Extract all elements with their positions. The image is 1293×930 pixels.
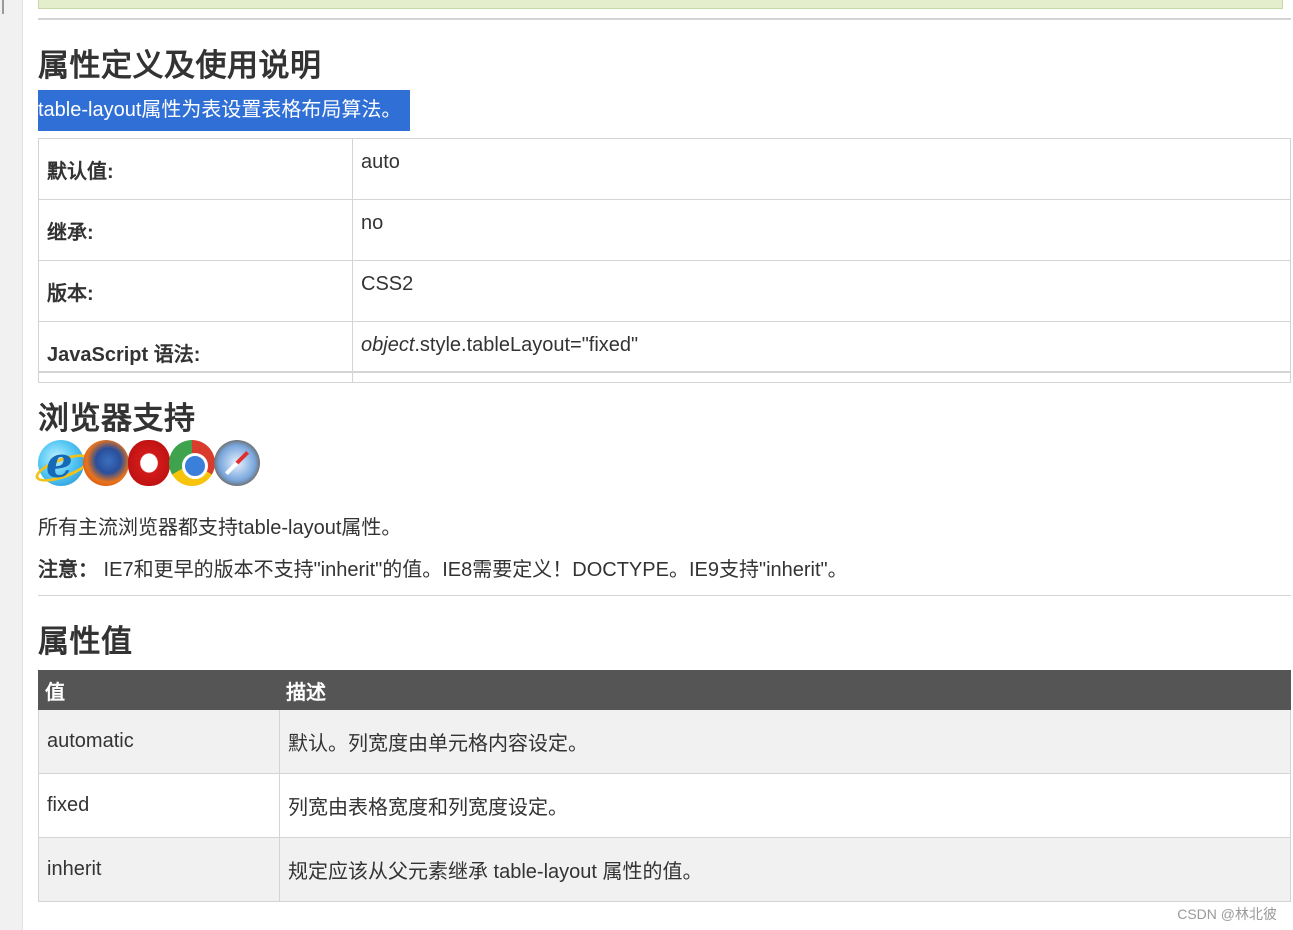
value-cell: inherit [38, 837, 280, 902]
browser-support-heading: 浏览器支持 [38, 401, 196, 437]
safari-icon [214, 440, 260, 486]
definition-heading: 属性定义及使用说明 [38, 48, 322, 84]
table-row: inherit 规定应该从父元素继承 table-layout 属性的值。 [38, 837, 1291, 902]
left-gutter [0, 0, 23, 930]
note-box-bottom [38, 0, 1283, 9]
table-row: 版本: CSS2 [38, 260, 1291, 322]
browser-icons: e [32, 438, 260, 490]
note-label: 注意： [38, 559, 98, 581]
row-key: 版本: [38, 260, 353, 322]
values-heading: 属性值 [38, 624, 133, 660]
row-key: 默认值: [38, 138, 353, 200]
column-header-value: 值 [38, 670, 280, 710]
selected-description-text[interactable]: table-layout属性为表设置表格布局算法。 [38, 90, 411, 131]
syntax-object-italic: object [361, 334, 415, 356]
opera-icon [128, 440, 170, 486]
table-header-row: 值 描述 [38, 670, 1291, 710]
table-row: JavaScript 语法: object.style.tableLayout=… [38, 321, 1291, 383]
gutter-marker [2, 0, 4, 14]
description-cell: 列宽由表格宽度和列宽度设定。 [279, 773, 1291, 838]
row-key: JavaScript 语法: [38, 321, 353, 383]
row-value: no [352, 199, 1291, 261]
divider-1 [38, 18, 1291, 20]
firefox-icon [83, 440, 129, 486]
values-table: 值 描述 automatic 默认。列宽度由单元格内容设定。 fixed 列宽由… [38, 670, 1291, 902]
note-paragraph: 注意： IE7和更早的版本不支持"inherit"的值。IE8需要定义！DOCT… [38, 553, 848, 582]
row-value: auto [352, 138, 1291, 200]
csdn-watermark: CSDN @林北彼 [1177, 906, 1277, 922]
row-value: object.style.tableLayout="fixed" [352, 321, 1291, 383]
description-cell: 规定应该从父元素继承 table-layout 属性的值。 [279, 837, 1291, 902]
description-cell: 默认。列宽度由单元格内容设定。 [279, 709, 1291, 774]
chrome-icon [169, 440, 215, 486]
internet-explorer-icon: e [32, 438, 94, 488]
table-row: fixed 列宽由表格宽度和列宽度设定。 [38, 773, 1291, 838]
row-key: 继承: [38, 199, 353, 261]
note-text: IE7和更早的版本不支持"inherit"的值。IE8需要定义！DOCTYPE。… [98, 559, 848, 581]
table-row: 继承: no [38, 199, 1291, 261]
row-value: CSS2 [352, 260, 1291, 322]
table-row: 默认值: auto [38, 138, 1291, 200]
divider-3 [38, 595, 1291, 596]
definition-table: 默认值: auto 继承: no 版本: CSS2 JavaScript 语法:… [38, 138, 1291, 383]
value-cell: fixed [38, 773, 280, 838]
syntax-rest: .style.tableLayout="fixed" [414, 334, 639, 356]
divider-2 [38, 371, 1291, 373]
support-text: 所有主流浏览器都支持table-layout属性。 [38, 517, 402, 539]
table-row: automatic 默认。列宽度由单元格内容设定。 [38, 709, 1291, 774]
value-cell: automatic [38, 709, 280, 774]
column-header-description: 描述 [279, 670, 1291, 710]
